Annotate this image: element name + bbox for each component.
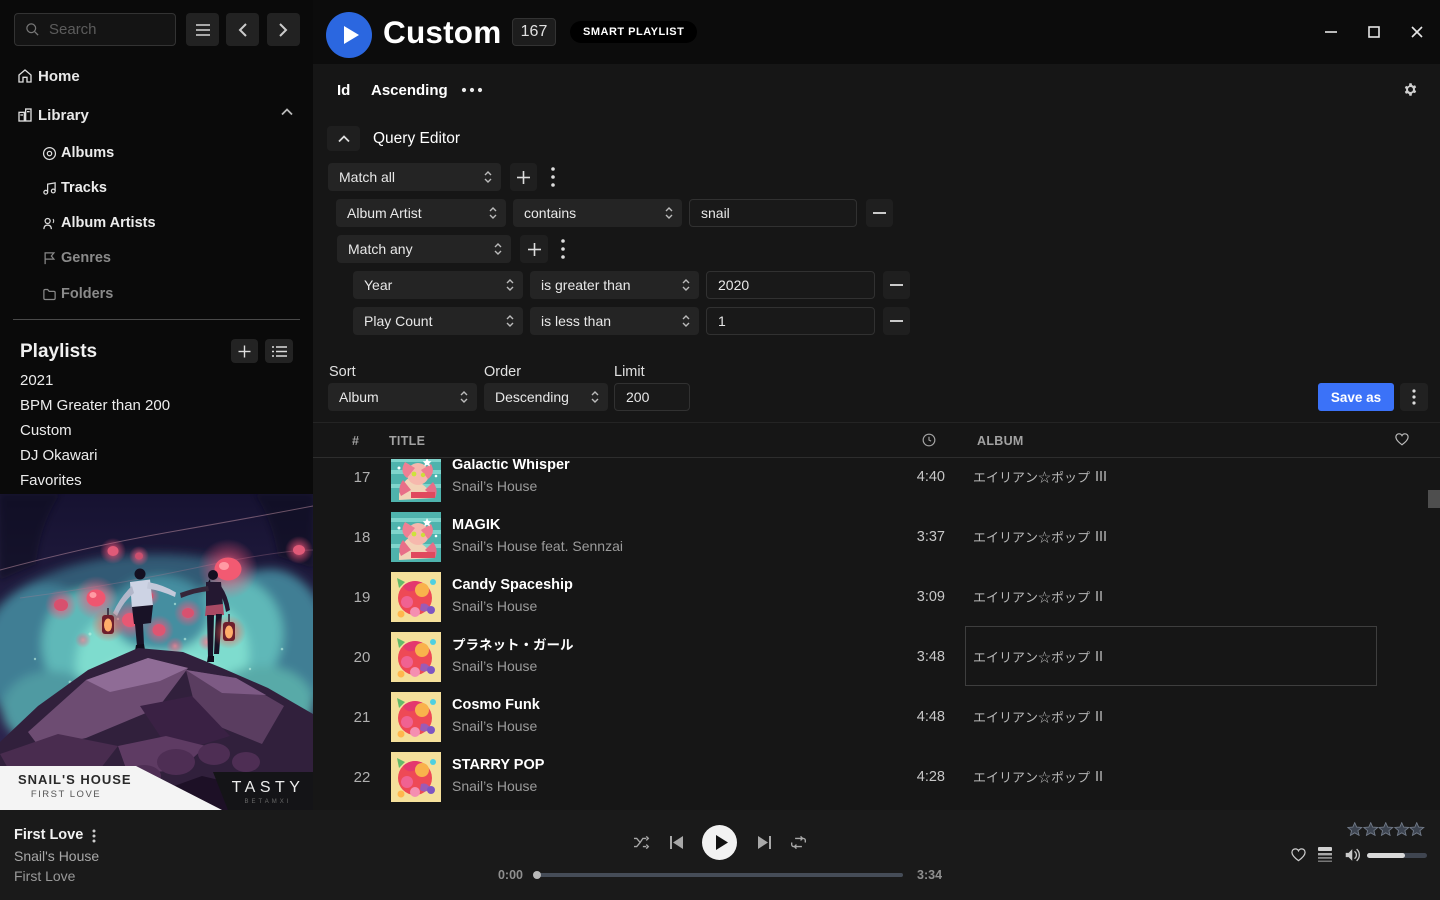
svg-text:FIRST LOVE: FIRST LOVE (31, 789, 101, 800)
svg-text:BETAMXI: BETAMXI (245, 799, 292, 805)
svg-text:TASTY: TASTY (232, 779, 305, 796)
svg-text:SNAIL'S HOUSE: SNAIL'S HOUSE (18, 772, 132, 787)
